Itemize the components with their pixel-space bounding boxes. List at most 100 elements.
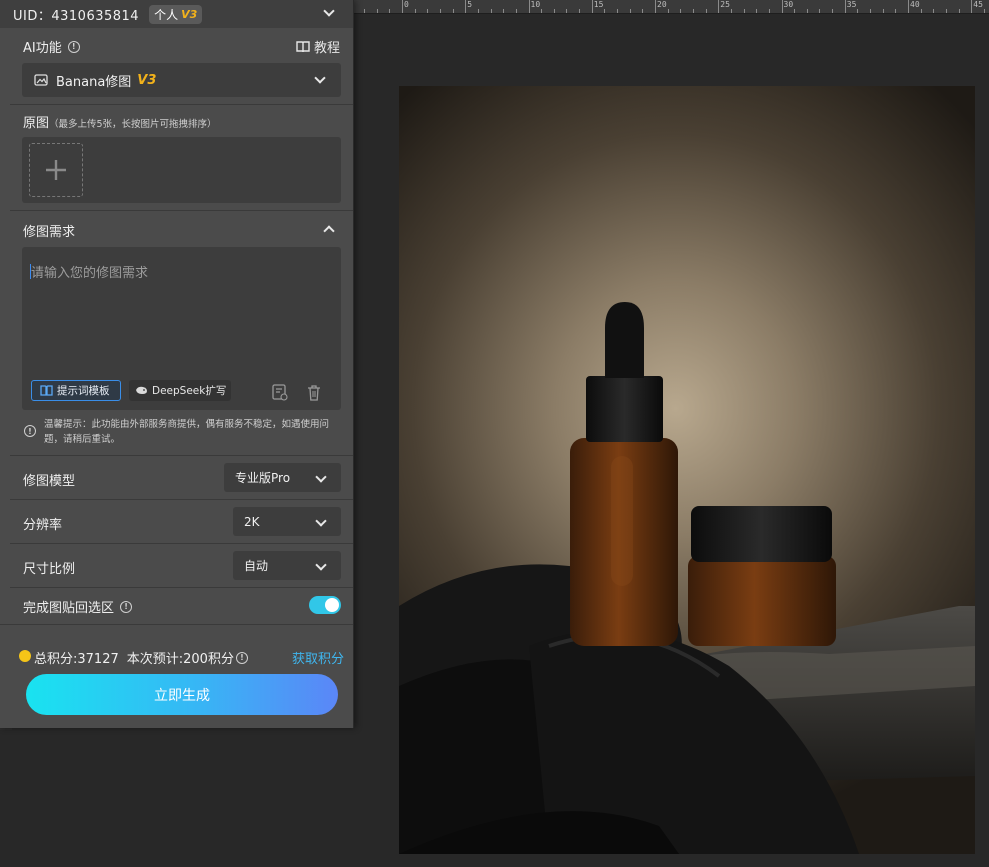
info-icon[interactable]: ! xyxy=(67,40,80,53)
original-hint: （最多上传5张，长按图片可拖拽排序） xyxy=(49,119,217,130)
model-select[interactable]: 专业版Pro xyxy=(224,463,341,492)
estimated-credits: 本次预计:200积分 xyxy=(126,652,234,667)
ruler-tick xyxy=(882,9,884,13)
image-edit-icon xyxy=(34,74,48,86)
ruler-tick xyxy=(983,9,985,13)
ruler-tick xyxy=(541,9,543,13)
chevron-up-icon[interactable] xyxy=(323,225,335,237)
account-type: 个人 xyxy=(154,7,179,22)
coin-icon xyxy=(19,650,31,662)
paste-back-text: 完成图贴回选区 xyxy=(23,601,115,616)
ruler-tick xyxy=(617,9,619,13)
ruler-tick xyxy=(705,9,707,13)
divider xyxy=(10,499,353,500)
request-textarea[interactable]: 请输入您的修图需求 xyxy=(30,262,330,362)
ruler-tick xyxy=(490,9,492,13)
ruler-tick xyxy=(477,9,479,13)
ruler-tick xyxy=(389,9,391,13)
resolution-select[interactable]: 2K xyxy=(233,507,341,536)
whale-icon xyxy=(136,386,147,394)
divider xyxy=(10,587,353,588)
divider xyxy=(10,104,353,105)
ruler-label: 45 xyxy=(973,0,983,9)
ruler-tick xyxy=(402,0,403,13)
ruler-tick xyxy=(819,9,821,13)
ruler-tick xyxy=(515,9,517,13)
ruler-tick xyxy=(579,9,581,13)
ruler-tick xyxy=(844,0,846,13)
model-label: 修图模型 xyxy=(23,474,76,489)
selected-function: Banana修图 xyxy=(56,74,132,90)
function-version: V3 xyxy=(137,72,157,88)
chevron-down-icon xyxy=(315,559,327,571)
ruler-tick xyxy=(604,9,606,13)
history-icon[interactable] xyxy=(272,384,288,401)
chevron-down-icon xyxy=(314,72,326,84)
ruler-tick xyxy=(427,9,429,13)
ruler-label: 35 xyxy=(846,0,857,9)
model-value: 专业版Pro xyxy=(235,471,291,485)
aspect-select[interactable]: 自动 xyxy=(233,551,341,580)
version-badge: V3 xyxy=(181,7,198,21)
ruler-tick xyxy=(908,0,909,13)
collapse-chevron-icon[interactable] xyxy=(323,5,335,17)
book-icon xyxy=(296,40,310,52)
chevron-down-icon xyxy=(315,471,327,483)
chevron-down-icon xyxy=(315,515,327,527)
ruler-label: 40 xyxy=(910,0,920,9)
ruler-tick xyxy=(781,0,783,13)
paste-back-label: 完成图贴回选区 ! xyxy=(23,597,133,616)
prompt-template-button[interactable]: 提示词模板 xyxy=(31,380,121,401)
ruler-tick xyxy=(743,9,745,13)
divider xyxy=(10,455,353,456)
ruler-tick xyxy=(528,0,530,13)
info-icon[interactable]: ! xyxy=(120,600,133,613)
ruler-label: 5 xyxy=(467,0,473,9)
request-placeholder: 请输入您的修图需求 xyxy=(31,266,149,281)
ruler-tick xyxy=(756,9,758,13)
generate-button[interactable]: 立即生成 xyxy=(26,674,338,715)
product-photo xyxy=(399,302,975,854)
account-badge: 个人 V3 xyxy=(149,4,203,24)
add-image-button[interactable] xyxy=(29,143,83,197)
deepseek-label: DeepSeek扩写 xyxy=(152,385,227,397)
resolution-value: 2K xyxy=(244,514,260,529)
ruler-tick xyxy=(768,9,770,13)
ruler-tick xyxy=(692,9,694,13)
info-icon[interactable]: ! xyxy=(235,651,248,664)
ruler-tick xyxy=(376,9,378,13)
ruler-tick xyxy=(730,9,732,13)
aspect-label: 尺寸比例 xyxy=(23,562,76,577)
ai-function-label: AI功能 ! xyxy=(23,37,80,56)
panel-header[interactable]: UID：4310635814 个人 V3 xyxy=(0,0,353,28)
divider xyxy=(10,543,353,544)
divider xyxy=(0,624,353,625)
canvas-image[interactable] xyxy=(399,86,975,854)
original-label: 原图 （最多上传5张，长按图片可拖拽排序） xyxy=(23,112,217,131)
ai-function-text: AI功能 xyxy=(23,41,62,56)
deepseek-expand-button[interactable]: DeepSeek扩写 xyxy=(129,380,231,401)
ruler-tick xyxy=(465,0,467,13)
ruler-tick xyxy=(591,0,593,13)
ruler-tick xyxy=(832,9,834,13)
paste-back-toggle[interactable] xyxy=(309,596,341,614)
ruler-tick xyxy=(553,9,555,13)
ai-plugin-panel: UID：4310635814 个人 V3 AI功能 ! 教程 Banana修图 … xyxy=(0,0,354,728)
request-box: 请输入您的修图需求 提示词模板 DeepSeek扩写 xyxy=(22,247,341,410)
tutorial-link[interactable]: 教程 xyxy=(296,37,340,56)
trash-icon[interactable] xyxy=(307,385,321,401)
ruler-tick xyxy=(655,0,656,13)
notice-info-icon: ! xyxy=(24,425,36,437)
get-credits-link[interactable]: 获取积分 xyxy=(292,648,344,667)
ruler-tick xyxy=(503,9,505,13)
function-select[interactable]: Banana修图 V3 xyxy=(22,63,341,97)
resolution-label: 分辨率 xyxy=(23,518,63,533)
horizontal-ruler: 0 5 10 15 20 25 30 35 40 45 xyxy=(354,0,989,14)
ruler-tick xyxy=(414,9,416,13)
original-text: 原图 xyxy=(23,116,50,131)
edit-request-label: 修图需求 xyxy=(23,225,76,240)
ruler-tick xyxy=(364,9,366,13)
ruler-label: 25 xyxy=(720,0,730,9)
aspect-value: 自动 xyxy=(244,559,269,573)
plus-icon xyxy=(46,160,66,180)
